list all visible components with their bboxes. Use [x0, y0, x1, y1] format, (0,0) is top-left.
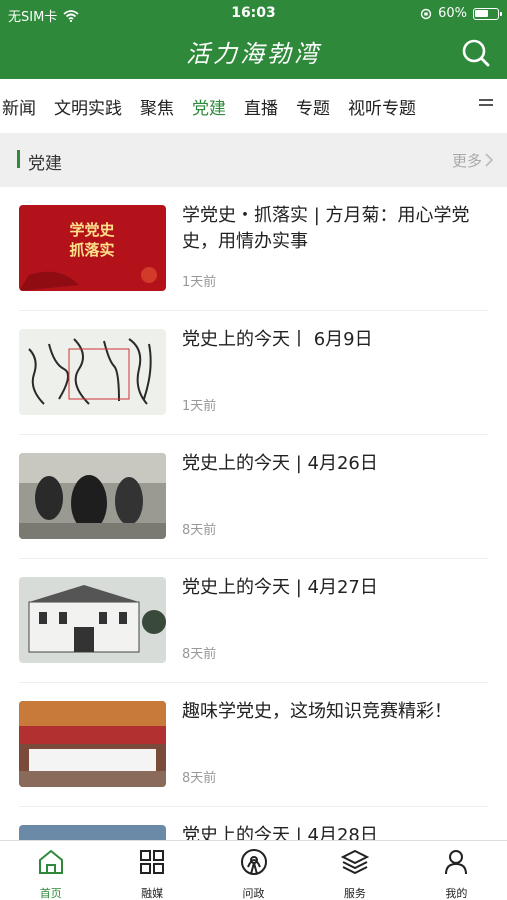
article-title: 党史上的今天 | 4月28日 — [182, 825, 378, 840]
tab-1[interactable]: 文明实践 — [45, 94, 131, 119]
tabbar-item-4[interactable]: 我的 — [406, 841, 507, 900]
article-thumbnail — [19, 701, 166, 787]
article-time: 1天前 — [182, 275, 217, 290]
article-item[interactable]: 党史上的今天 | 4月28日 — [0, 807, 507, 840]
battery-percent: 60% — [438, 6, 467, 21]
status-bar: 无SIM卡 16:03 60% — [0, 0, 507, 28]
chevron-right-icon[interactable] — [484, 153, 494, 167]
section-title: 党建 — [28, 154, 62, 174]
article-time: 8天前 — [182, 523, 217, 538]
home-icon — [36, 847, 66, 881]
article-thumbnail — [19, 825, 166, 840]
article-title: 学党史・抓落实 | 方月菊：用心学党史，用情办实事 — [182, 205, 470, 252]
more-link[interactable]: 更多 — [452, 150, 482, 171]
article-thumbnail — [19, 577, 166, 663]
orientation-lock-icon — [420, 8, 432, 19]
article-title: 趣味学党史，这场知识竞赛精彩！ — [182, 701, 452, 722]
tabbar-label: 融媒 — [141, 887, 164, 900]
svg-text:抓落实: 抓落实 — [69, 241, 114, 259]
article-time: 8天前 — [182, 647, 217, 662]
article-item[interactable]: 党史上的今天丨 6月9日 1天前 — [0, 311, 507, 435]
article-title: 党史上的今天 | 4月26日 — [182, 453, 378, 474]
article-thumbnail: 学党史 抓落实 — [19, 205, 166, 291]
article-title: 党史上的今天丨 6月9日 — [182, 329, 373, 350]
tabbar-label: 服务 — [343, 887, 366, 900]
article-item[interactable]: 党史上的今天 | 4月26日 8天前 — [0, 435, 507, 559]
article-item[interactable]: 学党史 抓落实 学党史・抓落实 | 方月菊：用心学党史，用情办实事 1天前 — [0, 187, 507, 311]
tab-3[interactable]: 党建 — [183, 94, 235, 119]
article-title: 党史上的今天 | 4月27日 — [182, 577, 378, 598]
battery-icon — [473, 7, 502, 20]
user-icon — [441, 847, 471, 881]
app-header: 无SIM卡 16:03 60% 活力海勃湾 — [0, 0, 507, 79]
article-time: 8天前 — [182, 771, 217, 786]
tab-4[interactable]: 直播 — [235, 94, 287, 119]
broadcast-icon — [239, 847, 269, 881]
tabbar-label: 我的 — [445, 887, 468, 900]
layers-icon — [340, 847, 370, 881]
tab-6[interactable]: 视听专题 — [339, 94, 425, 119]
tabbar-item-2[interactable]: 问政 — [203, 841, 304, 900]
channel-tabs: 新闻 文明实践 聚焦 党建 直播 专题 视听专题 — [0, 79, 507, 133]
tabs-menu-icon[interactable] — [479, 99, 493, 111]
search-icon[interactable] — [461, 38, 491, 68]
tab-2[interactable]: 聚焦 — [131, 94, 183, 119]
svg-text:学党史: 学党史 — [69, 221, 115, 239]
section-header: 党建 更多 — [0, 133, 507, 187]
article-item[interactable]: 党史上的今天 | 4月27日 8天前 — [0, 559, 507, 683]
article-time: 1天前 — [182, 399, 217, 414]
tabbar-item-3[interactable]: 服务 — [304, 841, 405, 900]
article-thumbnail — [19, 453, 166, 539]
tab-0[interactable]: 新闻 — [0, 94, 45, 119]
tabbar-item-1[interactable]: 融媒 — [101, 841, 202, 900]
article-thumbnail — [19, 329, 166, 415]
tabbar-item-0[interactable]: 首页 — [0, 841, 101, 900]
article-list: 学党史 抓落实 学党史・抓落实 | 方月菊：用心学党史，用情办实事 1天前 党史上… — [0, 187, 507, 840]
app-title: 活力海勃湾 — [186, 40, 321, 68]
tab-5[interactable]: 专题 — [287, 94, 339, 119]
article-item[interactable]: 趣味学党史，这场知识竞赛精彩！ 8天前 — [0, 683, 507, 807]
tabbar-label: 问政 — [242, 887, 265, 900]
section-accent-bar — [17, 150, 20, 168]
tabbar-label: 首页 — [39, 887, 62, 900]
grid-icon — [137, 847, 167, 881]
bottom-tab-bar: 首页 融媒 问政 服务 我的 — [0, 840, 507, 900]
